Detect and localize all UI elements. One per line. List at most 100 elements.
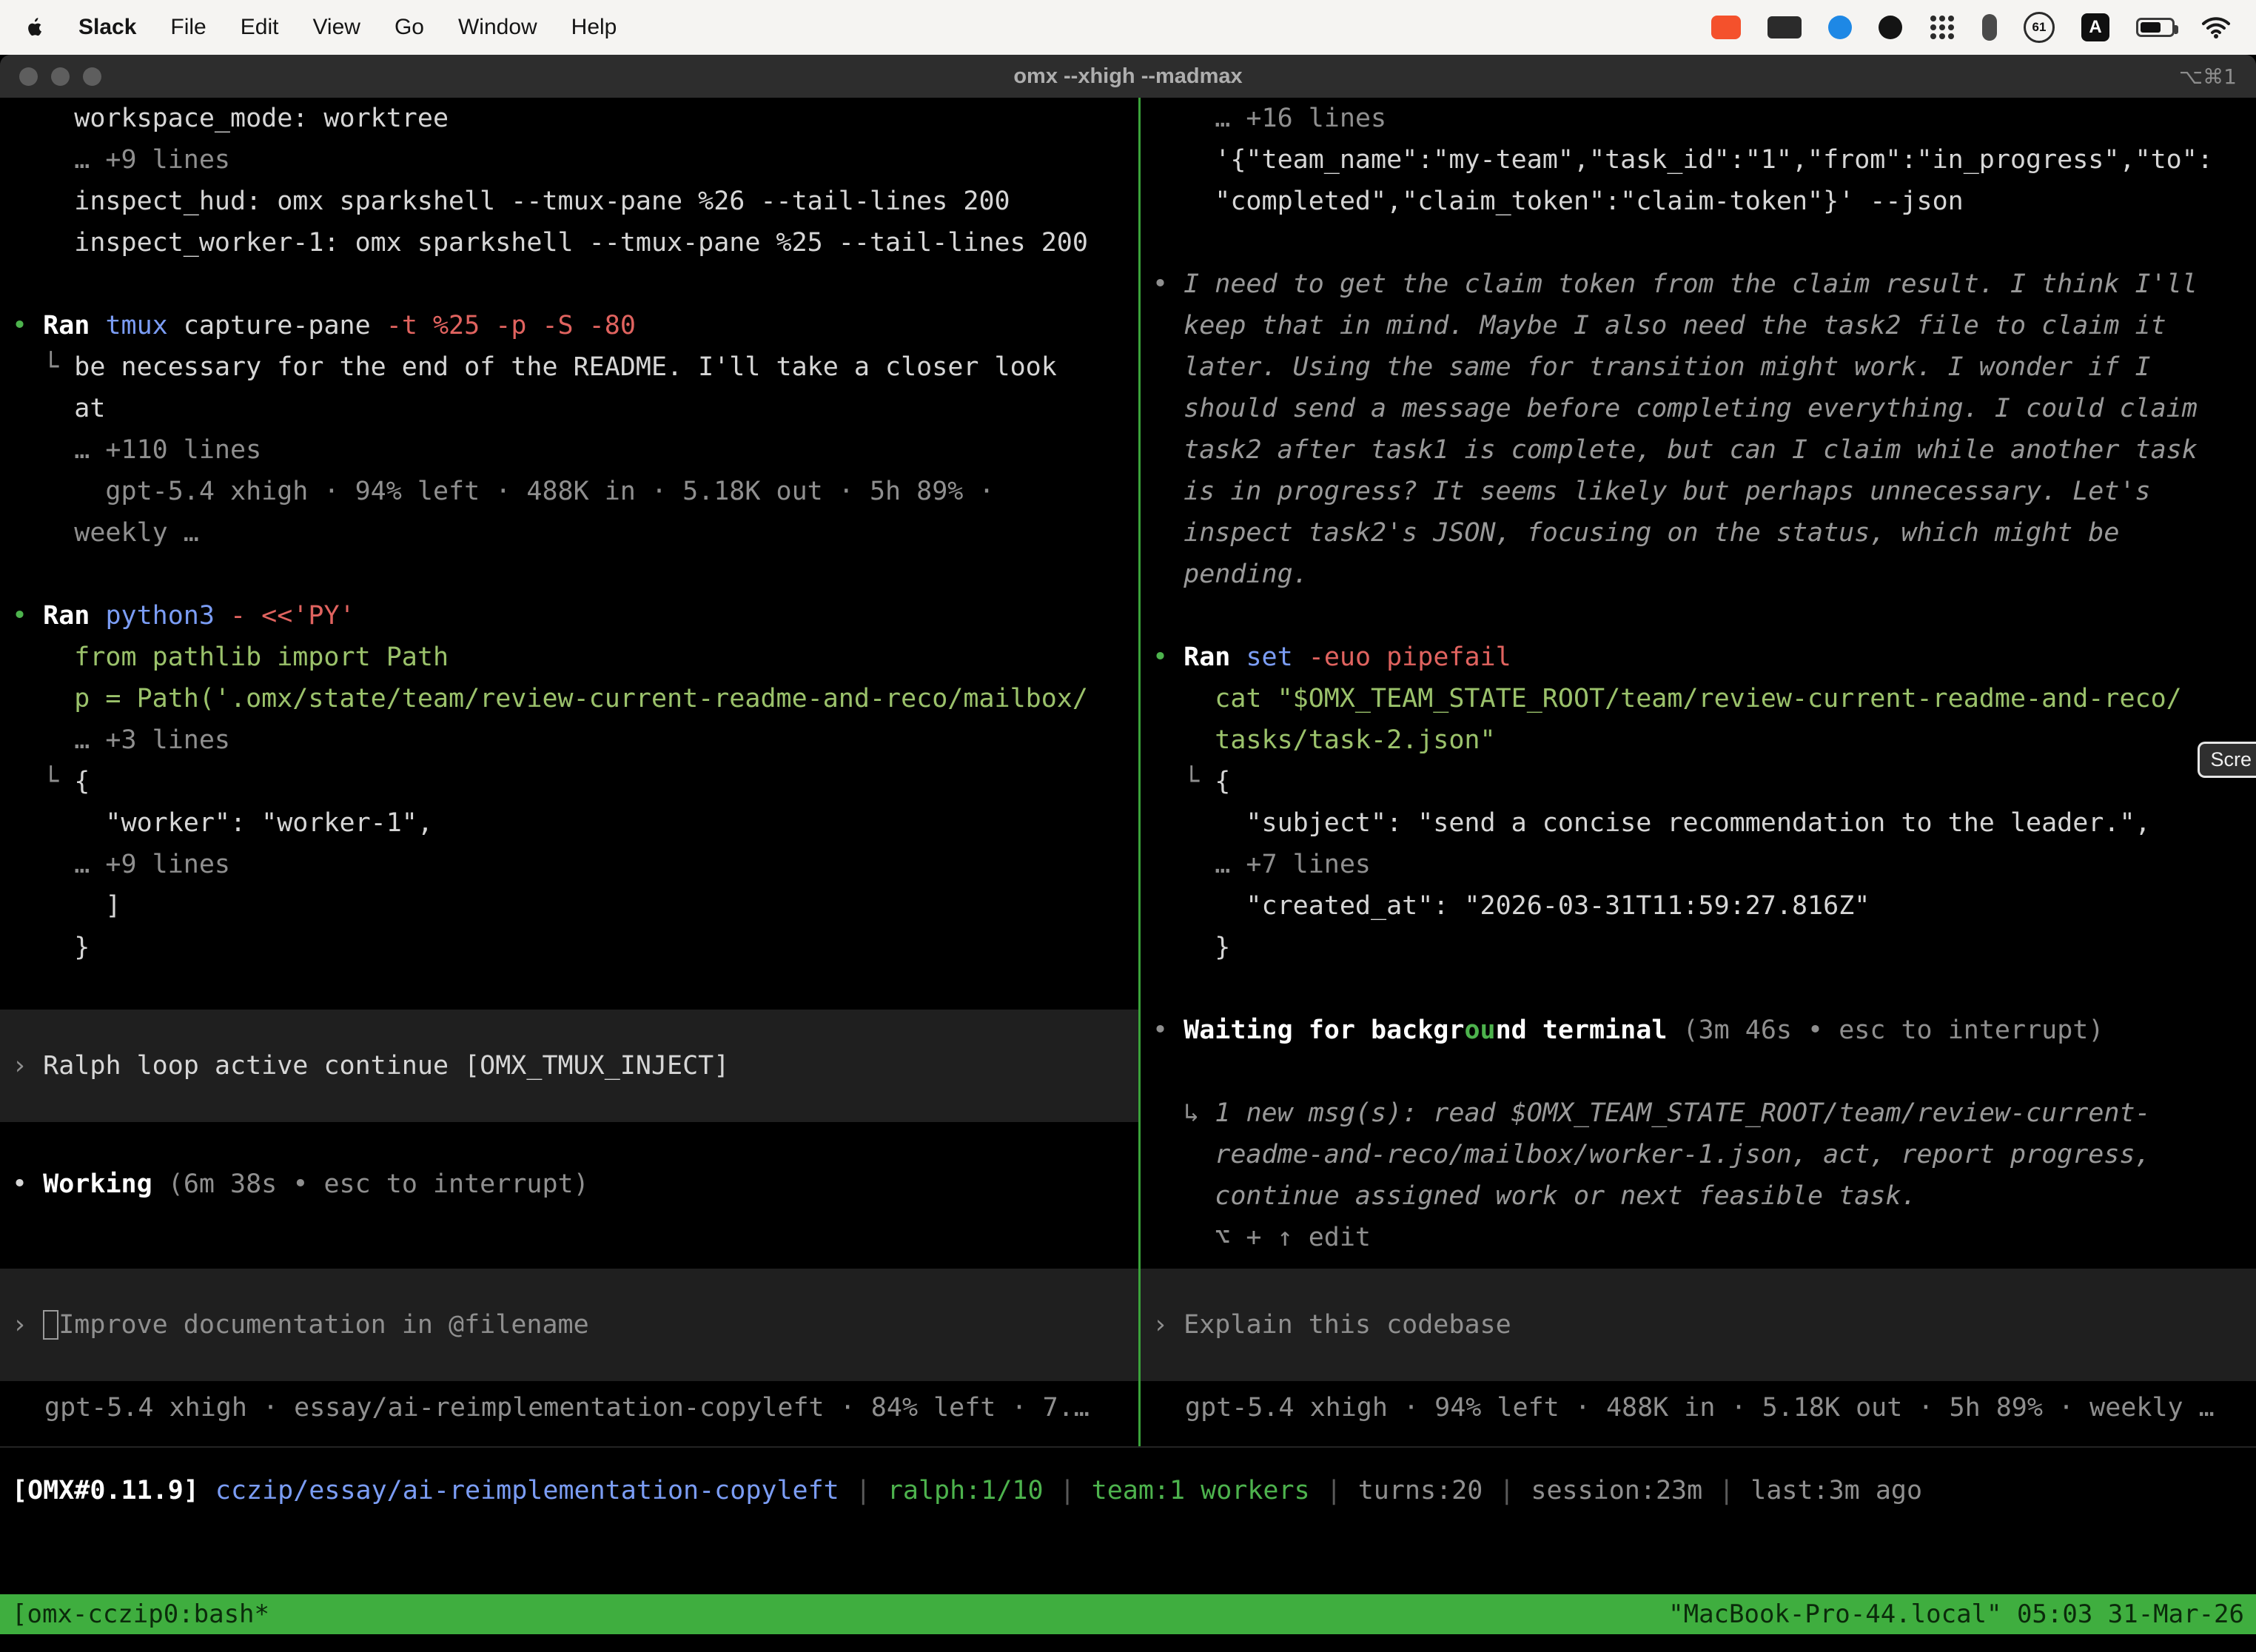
dots-grid-icon[interactable] (1929, 14, 1955, 41)
menu-item-edit[interactable]: Edit (241, 15, 279, 40)
turns-counter: turns:20 (1358, 1470, 1483, 1511)
right-prompt-area[interactable]: › Explain this codebase (1141, 1269, 2256, 1381)
last-activity: last:3m ago (1750, 1470, 1922, 1511)
terminal-line: } (1141, 927, 2256, 968)
tmux-session-name[interactable]: [omx-cczip0:bash* (12, 1599, 269, 1629)
terminal-line: … +9 lines (0, 844, 1138, 885)
terminal-line: • I need to get the claim token from the… (1141, 263, 2256, 305)
separator: | (1060, 1470, 1075, 1511)
menu-item-go[interactable]: Go (395, 15, 424, 40)
terminal-line: └ { (0, 761, 1138, 802)
terminal-line: from pathlib import Path (0, 637, 1138, 678)
terminal-line: • Waiting for background terminal (3m 46… (1141, 1010, 2256, 1051)
menu-item-help[interactable]: Help (571, 15, 617, 40)
terminal-line (1141, 595, 2256, 637)
terminal-line: keep that in mind. Maybe I also need the… (1141, 305, 2256, 346)
battery-icon[interactable] (2136, 18, 2175, 37)
terminal-line (0, 263, 1138, 305)
right-pane-output: … +16 lines '{"team_name":"my-team","tas… (1141, 98, 2256, 1258)
traffic-lights (19, 55, 101, 98)
right-pane-spacer (1141, 1258, 2256, 1269)
key-icon[interactable] (1982, 14, 1997, 41)
terminal-line: ⌥ + ↑ edit (1141, 1217, 2256, 1258)
menu-item-view[interactable]: View (312, 15, 360, 40)
menu-item-window[interactable]: Window (458, 15, 537, 40)
prompt-input[interactable]: › Improve documentation in @filename (0, 1269, 1138, 1381)
battery-nub (2175, 25, 2178, 34)
terminal-line: └ { (1141, 761, 2256, 802)
screen-recording-icon[interactable] (1711, 16, 1741, 39)
terminal-line (1141, 1051, 2256, 1092)
apple-menu-icon[interactable] (25, 16, 44, 38)
separator: | (1719, 1470, 1734, 1511)
minimize-button[interactable] (51, 67, 70, 86)
terminal-line: "worker": "worker-1", (0, 802, 1138, 844)
terminal-line: ] (0, 885, 1138, 927)
terminal-line: weekly … (0, 512, 1138, 554)
terminal-line: at (0, 388, 1138, 429)
right-pane-statusline: gpt-5.4 xhigh · 94% left · 488K in · 5.1… (1141, 1387, 2256, 1428)
input-source-icon[interactable]: A (2081, 13, 2109, 41)
tmux-status-bar: [omx-cczip0:bash* "MacBook-Pro-44.local"… (0, 1594, 2256, 1634)
terminal-line: } (0, 927, 1138, 968)
terminal-line: … +7 lines (1141, 844, 2256, 885)
bottom-strip (0, 1634, 2256, 1652)
window-title-bar[interactable]: omx --xhigh --madmax ⌥⌘1 (0, 55, 2256, 98)
zoom-button[interactable] (83, 67, 101, 86)
terminal-line: • Ran set -euo pipefail (1141, 637, 2256, 678)
left-prompt-area[interactable]: › Improve documentation in @filename (0, 1269, 1138, 1381)
screenshot-tooltip[interactable]: Scre (2198, 742, 2256, 778)
terminal-line: later. Using the same for transition mig… (1141, 346, 2256, 388)
tmux-pane-left[interactable]: workspace_mode: worktree … +9 lines insp… (0, 98, 1141, 1446)
terminal-line: task2 after task1 is complete, but can I… (1141, 429, 2256, 471)
omx-version: [OMX#0.11.9] (12, 1470, 199, 1511)
separator: | (1326, 1470, 1342, 1511)
terminal-line (0, 1122, 1138, 1164)
terminal-line: "subject": "send a concise recommendatio… (1141, 802, 2256, 844)
prompt-input[interactable]: › Explain this codebase (1141, 1269, 2256, 1381)
terminal-line: tasks/task-2.json" (1141, 719, 2256, 761)
battery-percent-icon[interactable]: 61 (2024, 12, 2055, 43)
terminal-line: • Ran python3 - <<'PY' (0, 595, 1138, 637)
dark-circle-icon[interactable] (1879, 16, 1902, 39)
separator: | (856, 1470, 871, 1511)
terminal-line: should send a message before completing … (1141, 388, 2256, 429)
tmux-host-clock: "MacBook-Pro-44.local" 05:03 31-Mar-26 (1668, 1599, 2244, 1629)
ralph-counter: ralph:1/10 (887, 1470, 1044, 1511)
terminal-line (1141, 968, 2256, 1010)
macos-menu-bar: Slack File Edit View Go Window Help 61 A (0, 0, 2256, 55)
menu-app-name[interactable]: Slack (78, 15, 136, 40)
terminal-line: pending. (1141, 554, 2256, 595)
terminal-line: "completed","claim_token":"claim-token"}… (1141, 181, 2256, 222)
terminal-line: … +3 lines (0, 719, 1138, 761)
terminal-line: … +16 lines (1141, 98, 2256, 139)
terminal-line: … +110 lines (0, 429, 1138, 471)
omx-session-path: cczip/essay/ai-reimplementation-copyleft (215, 1470, 839, 1511)
close-button[interactable] (19, 67, 38, 86)
window-shortcut-hint: ⌥⌘1 (2179, 64, 2237, 89)
terminal-line: inspect_worker-1: omx sparkshell --tmux-… (0, 222, 1138, 263)
terminal-line: inspect task2's JSON, focusing on the st… (1141, 512, 2256, 554)
inject-banner: › Ralph loop active continue [OMX_TMUX_I… (0, 1010, 1138, 1122)
terminal-line: • Working (6m 38s • esc to interrupt) (0, 1164, 1138, 1205)
terminal-line: • Ran tmux capture-pane -t %25 -p -S -80 (0, 305, 1138, 346)
omx-hud-bar: [OMX#0.11.9] cczip/essay/ai-reimplementa… (0, 1446, 2256, 1594)
omx-hud-line: [OMX#0.11.9] cczip/essay/ai-reimplementa… (12, 1470, 2244, 1511)
terminal-line: inspect_hud: omx sparkshell --tmux-pane … (0, 181, 1138, 222)
terminal-line: continue assigned work or next feasible … (1141, 1175, 2256, 1217)
left-pane-spacer (0, 1205, 1138, 1269)
terminal-line: └ be necessary for the end of the README… (0, 346, 1138, 388)
terminal-line: "created_at": "2026-03-31T11:59:27.816Z" (1141, 885, 2256, 927)
terminal-line: … +9 lines (0, 139, 1138, 181)
droplet-icon[interactable] (1828, 16, 1852, 39)
wifi-icon[interactable] (2201, 16, 2231, 39)
separator: | (1499, 1470, 1514, 1511)
menu-status-icons: 61 A (1711, 12, 2231, 43)
terminal-line (0, 968, 1138, 1010)
tmux-pane-right[interactable]: … +16 lines '{"team_name":"my-team","tas… (1141, 98, 2256, 1446)
keyboard-icon[interactable] (1767, 16, 1802, 38)
terminal-line: gpt-5.4 xhigh · 94% left · 488K in · 5.1… (0, 471, 1138, 512)
window-title: omx --xhigh --madmax (1013, 64, 1242, 89)
terminal-line: workspace_mode: worktree (0, 98, 1138, 139)
menu-item-file[interactable]: File (170, 15, 206, 40)
